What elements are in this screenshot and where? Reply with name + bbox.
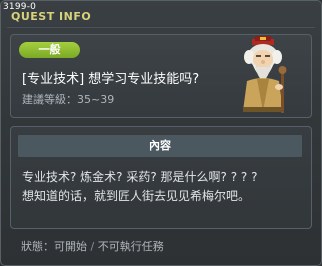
level-label: 建議等級 [22,93,66,106]
status-note: 不可執行任務 [97,240,164,253]
window-title: QUEST INFO [11,10,92,23]
quest-info-window: 3199-0 QUEST INFO 一般 [专业技术] 想学习专业技能吗? 建議… [0,0,322,266]
quest-type-badge: 一般 [19,42,80,58]
quest-summary-panel: 一般 [专业技术] 想学习专业技能吗? 建議等級：35~39 [10,34,312,118]
quest-description: 专业技术? 炼金术? 采药? 那是什么啊? ? ? ? 想知道的话，就到匠人街去… [22,168,304,206]
description-line: 专业技术? 炼金术? 采药? 那是什么啊? ? ? ? [22,170,258,184]
status-state: 可開始 [54,240,87,253]
status-label: 狀態 [21,240,43,253]
old-sage-npc-portrait-icon [243,36,287,113]
recommended-level: 建議等級：35~39 [22,91,114,107]
level-colon: ： [66,93,77,106]
title-divider [7,27,315,28]
status-separator: / [90,240,95,253]
quest-status: 狀態：可開始 / 不可執行任務 [21,238,164,254]
description-line: 想知道的话，就到匠人街去见见希梅尔吧。 [22,189,251,203]
status-colon: ： [43,240,54,253]
quest-name: [专业技术] 想学习专业技能吗? [22,72,200,87]
content-header: 內容 [18,135,302,157]
quest-content-panel: 內容 专业技术? 炼金术? 采药? 那是什么啊? ? ? ? 想知道的话，就到匠… [10,126,312,229]
level-value: 35~39 [77,93,115,106]
